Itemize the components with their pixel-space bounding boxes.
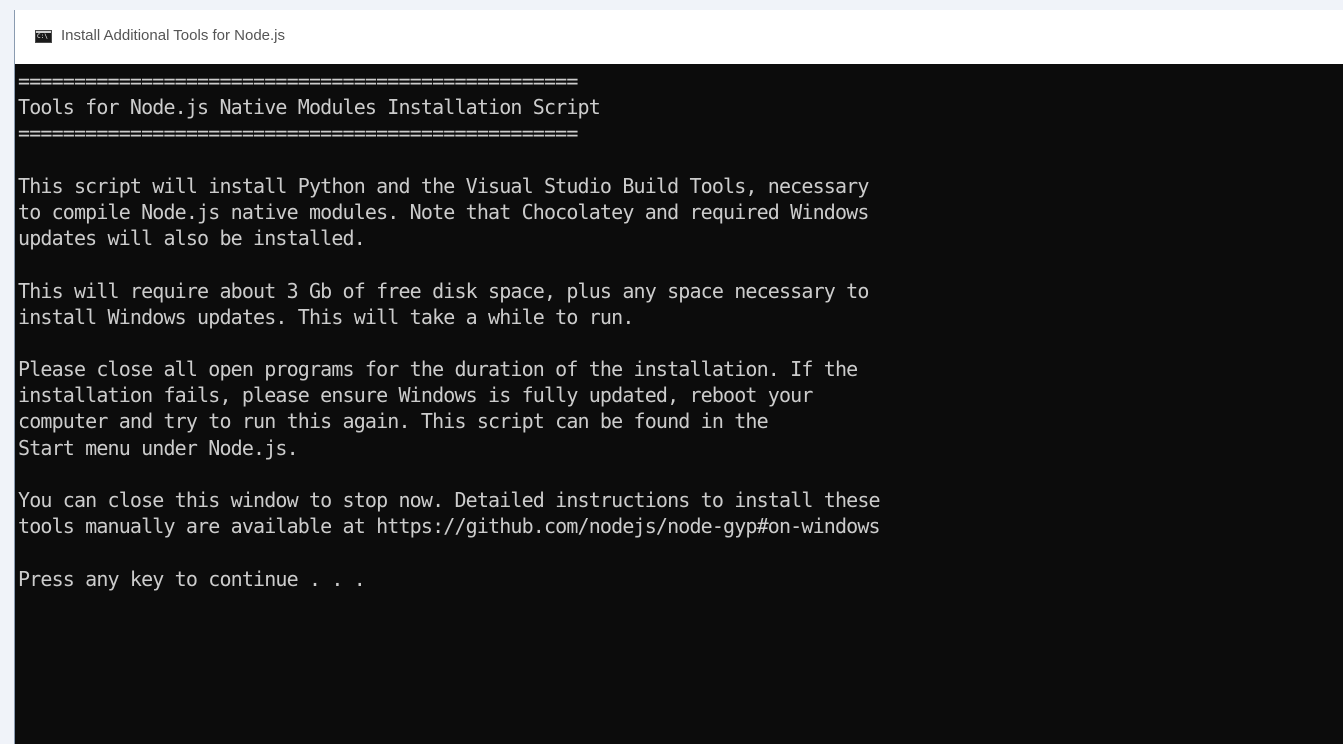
press-any-key-prompt: Press any key to continue . . . <box>18 566 366 591</box>
console-line: Tools for Node.js Native Modules Install… <box>18 95 601 120</box>
console-line: tools manually are available at https://… <box>18 514 881 539</box>
console-line: updates will also be installed. <box>18 226 366 251</box>
console-line: ========================================… <box>18 69 578 93</box>
command-prompt-icon: C:\ <box>35 30 52 43</box>
console-line: Start menu under Node.js. <box>18 435 299 460</box>
console-line: installation fails, please ensure Window… <box>18 383 813 408</box>
title-bar[interactable]: C:\ Install Additional Tools for Node.js <box>15 10 1343 64</box>
console-line: You can close this window to stop now. D… <box>18 488 881 512</box>
console-window[interactable]: C:\ Install Additional Tools for Node.js… <box>14 10 1343 744</box>
console-line: This script will install Python and the … <box>18 173 869 198</box>
console-line: ========================================… <box>18 121 578 146</box>
console-line: install Windows updates. This will take … <box>18 304 634 329</box>
window-title: Install Additional Tools for Node.js <box>61 27 286 44</box>
console-line: This will require about 3 Gb of free dis… <box>18 278 869 303</box>
console-output[interactable]: ========================================… <box>18 68 1338 744</box>
console-line: Please close all open programs for the d… <box>18 357 858 382</box>
console-line: computer and try to run this again. This… <box>18 409 769 434</box>
console-line: to compile Node.js native modules. Note … <box>18 199 869 224</box>
